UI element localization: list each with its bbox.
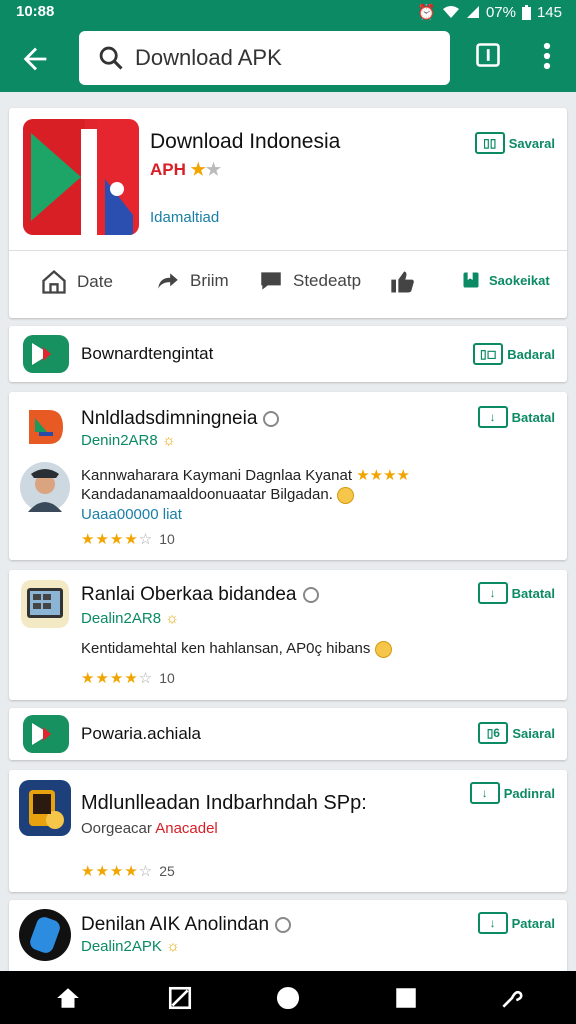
- home-outline-icon: [42, 269, 66, 294]
- app-icon: [19, 909, 71, 961]
- badge-icon: ☼: [165, 610, 179, 627]
- featured-link[interactable]: Idamaltiad: [150, 209, 219, 226]
- save-button[interactable]: ↓ Pataral: [477, 912, 555, 934]
- save-button[interactable]: ↓ Batatal: [477, 582, 555, 604]
- comment-icon: [261, 272, 281, 290]
- rating-stars: ★★★★☆ 25: [81, 863, 175, 880]
- emoji-icon: [337, 486, 355, 504]
- list-item[interactable]: Ranlai Oberkaa bidandea Dealin2AR8 ☼ ↓ Ba…: [9, 570, 567, 700]
- status-time: 10:88: [16, 3, 55, 20]
- window-icon[interactable]: [474, 41, 502, 69]
- list-item[interactable]: Mdlunlleadan Indbarhndah SPp: Oorgeacar …: [9, 770, 567, 892]
- review-line-3[interactable]: Uaaa00000 liat: [81, 506, 182, 523]
- action-bookmark[interactable]: Saokeikat: [461, 270, 550, 290]
- thumbs-up-icon: [391, 271, 414, 293]
- action-share[interactable]: Briim: [154, 268, 229, 294]
- developer-name: Dealin2AR8 ☼: [81, 610, 179, 627]
- search-icon: [99, 46, 123, 70]
- app-title: Powaria.achiala: [81, 724, 202, 743]
- share-arrow-icon: [158, 273, 178, 289]
- badge-icon: ☼: [166, 938, 180, 955]
- book-icon: ▯6: [478, 722, 509, 744]
- circle-home-icon[interactable]: [274, 985, 302, 1011]
- navigation-bar: [0, 971, 576, 1024]
- review-line-2: Kandadanamaaldoonuaatar Bilgadan.: [81, 486, 355, 504]
- app-icon: [23, 335, 69, 373]
- tablet-app-icon: [21, 580, 69, 628]
- verified-icon: [302, 586, 319, 603]
- download-box-icon: ↓: [477, 406, 508, 428]
- featured-save-button[interactable]: ▯▯ Savaral: [474, 132, 555, 154]
- app-title: Denilan AIK Anolindan: [81, 914, 292, 936]
- signal-icon: [466, 6, 479, 18]
- review-line-1: Kentidamehtal ken hahlansan, AP0ç hibans: [81, 640, 392, 658]
- review-line-1: Kannwaharara Kaymani Dagnlaa Kyanat ★★★★: [81, 467, 410, 484]
- download-indonesia-app-icon: [23, 119, 139, 235]
- download-box-icon: ↓: [477, 582, 508, 604]
- search-input[interactable]: Download APK: [79, 31, 450, 85]
- list-item[interactable]: Bownardtengintat ▯◻ Badaral: [9, 326, 567, 382]
- featured-app-card[interactable]: Download Indonesia APH ★★ Idamaltiad ▯▯ …: [9, 108, 567, 318]
- app-icon: [23, 404, 69, 450]
- battery-percent: 07%: [485, 3, 516, 21]
- list-item[interactable]: Powaria.achiala ▯6 Saiaral: [9, 708, 567, 760]
- app-title: Nnldladsdimningneia: [81, 408, 280, 430]
- list-item[interactable]: Nnldladsdimningneia Denin2AR8 ☼ ↓ Batatal…: [9, 392, 567, 560]
- avatar: [20, 462, 70, 512]
- bookmark-icon: [463, 272, 479, 288]
- status-extra: 145: [536, 3, 562, 21]
- save-button[interactable]: ↓ Batatal: [477, 406, 555, 428]
- featured-title: Download Indonesia: [150, 130, 341, 153]
- recent-apps-icon[interactable]: [392, 985, 420, 1011]
- rating-stars: ★★: [190, 160, 222, 179]
- gesture-icon[interactable]: [498, 985, 526, 1011]
- verified-icon: [263, 410, 280, 427]
- developer-name: Denin2AR8 ☼: [81, 432, 176, 449]
- download-box-icon: ↓: [477, 912, 508, 934]
- book-icon: ▯▯: [474, 132, 505, 154]
- divider: [9, 250, 567, 251]
- battery-icon: [521, 4, 531, 20]
- app-title: Ranlai Oberkaa bidandea: [81, 584, 319, 606]
- book-icon: ▯◻: [473, 343, 504, 365]
- featured-subtitle: APH: [150, 160, 186, 179]
- app-title: Mdlunlleadan Indbarhndah SPp:: [81, 792, 367, 814]
- alarm-icon: ⏰: [417, 4, 436, 21]
- game-app-icon: [19, 780, 71, 836]
- app-title: Bownardtengintat: [81, 344, 214, 363]
- developer-name: Oorgeacar Anacadel: [81, 820, 218, 837]
- home-icon[interactable]: [54, 985, 82, 1011]
- emoji-icon: [374, 640, 392, 658]
- rating-stars: ★★★★: [356, 467, 410, 484]
- developer-name: Dealin2APK ☼: [81, 938, 180, 955]
- save-button[interactable]: ▯◻ Badaral: [473, 343, 555, 365]
- app-toolbar: Download APK: [0, 24, 576, 92]
- back-arrow-icon[interactable]: [18, 42, 52, 76]
- download-box-icon: ↓: [469, 782, 500, 804]
- rating-stars: ★★★★☆ 10: [81, 670, 175, 687]
- list-item[interactable]: Denilan AIK Anolindan Dealin2APK ☼ ↓ Pata…: [9, 900, 567, 980]
- wifi-icon: [442, 6, 459, 18]
- save-button[interactable]: ↓ Padinral: [469, 782, 555, 804]
- action-like[interactable]: [389, 268, 417, 296]
- badge-icon: ☼: [161, 432, 176, 449]
- status-bar: 10:88 ⏰ 07% 145: [0, 0, 576, 24]
- save-button[interactable]: ▯6 Saiaral: [478, 722, 555, 744]
- edit-icon[interactable]: [166, 985, 194, 1011]
- search-text: Download APK: [135, 45, 282, 70]
- more-options-icon[interactable]: [536, 41, 558, 71]
- action-date[interactable]: Date: [39, 268, 113, 296]
- rating-stars: ★★★★☆ 10: [81, 531, 175, 548]
- action-comment[interactable]: Stedeatp: [257, 268, 361, 294]
- verified-icon: [275, 916, 292, 933]
- app-icon: [23, 715, 69, 753]
